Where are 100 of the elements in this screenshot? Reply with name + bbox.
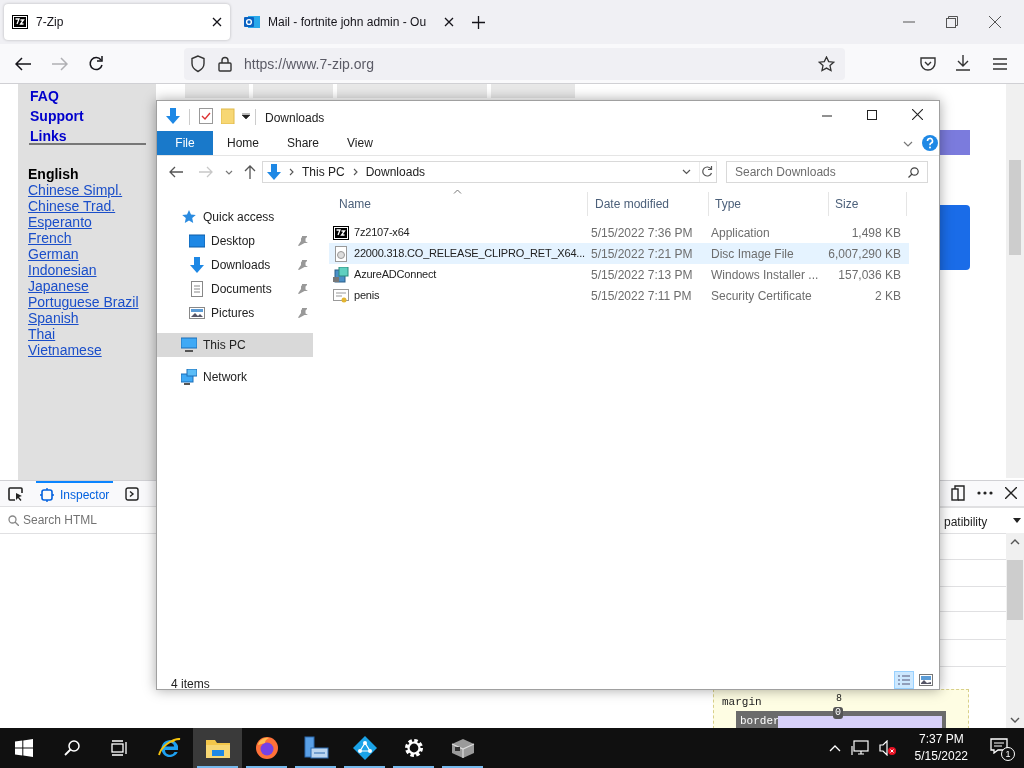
nav-item[interactable]: Quick access <box>157 205 313 229</box>
nav-link[interactable]: Support <box>30 106 84 126</box>
language-link[interactable]: English <box>28 166 79 182</box>
nav-item[interactable]: Desktop <box>157 229 313 253</box>
file-row[interactable]: AzureADConnect 5/15/2022 7:13 PM Windows Installer ... 157,036 KB <box>329 264 909 285</box>
ribbon-tab[interactable]: Home <box>213 131 273 155</box>
banner-block <box>940 130 970 155</box>
nav-item[interactable]: This PC <box>157 333 313 357</box>
file-name: 7z2107-x64 <box>354 225 410 241</box>
language-link[interactable]: French <box>28 230 72 246</box>
file-row[interactable]: 22000.318.CO_RELEASE_CLIPRO_RET_X64... 5/15/2022 7:21 PM Disc Image File 6,007,290 KB <box>329 243 909 264</box>
nav-item[interactable]: Downloads <box>157 253 313 277</box>
search-icon <box>908 166 919 178</box>
scroll-up-icon[interactable] <box>1010 539 1020 545</box>
language-link[interactable]: Esperanto <box>28 214 92 230</box>
maximize-icon[interactable] <box>867 110 877 120</box>
network-diamond-icon <box>352 736 377 760</box>
taskbar-button[interactable] <box>193 728 242 768</box>
bookmark-star-icon[interactable] <box>818 56 835 72</box>
file-row[interactable]: 7z2107-x64 5/15/2022 7:36 PM Application 1,498 KB <box>329 222 909 243</box>
language-link[interactable]: Spanish <box>28 310 79 326</box>
nav-item[interactable]: Documents <box>157 277 313 301</box>
close-icon[interactable] <box>912 109 923 120</box>
scrollbar-thumb[interactable] <box>1007 560 1023 620</box>
language-link[interactable]: Indonesian <box>28 262 97 278</box>
language-link[interactable]: Vietnamese <box>28 342 102 358</box>
breadcrumb-item[interactable]: Downloads <box>365 163 426 181</box>
margin-label: margin <box>722 695 762 710</box>
file-size: 157,036 KB <box>837 266 902 284</box>
address-bar[interactable]: This PC Downloads <box>262 161 717 183</box>
column-header[interactable]: Date modified <box>589 192 709 216</box>
breadcrumb-item[interactable]: This PC <box>302 163 345 181</box>
file-row[interactable]: penis 5/15/2022 7:11 PM Security Certificate 2 KB <box>329 285 909 306</box>
search-field[interactable]: Search Downloads <box>726 161 928 183</box>
disc-image-icon <box>333 245 349 262</box>
network-status-icon[interactable] <box>850 740 869 756</box>
large-icons-view-icon[interactable] <box>919 674 933 686</box>
element-picker-icon[interactable] <box>8 486 24 501</box>
dropdown-arrow-icon[interactable] <box>1013 518 1021 523</box>
url-bar[interactable]: https://www.7-zip.org <box>184 48 845 80</box>
language-link[interactable]: Japanese <box>28 278 89 294</box>
console-icon[interactable] <box>125 486 140 501</box>
close-icon[interactable] <box>989 16 1001 28</box>
reload-icon[interactable] <box>88 56 104 72</box>
notifications-button[interactable]: 1 <box>990 736 1016 760</box>
download-icon[interactable] <box>955 55 971 71</box>
file-name: penis <box>354 288 380 304</box>
more-icon[interactable] <box>977 491 993 495</box>
responsive-design-icon[interactable] <box>951 485 965 501</box>
new-tab-icon[interactable] <box>472 15 485 29</box>
ribbon-tab[interactable]: Share <box>273 131 334 155</box>
compatibility-tab[interactable]: patibility <box>944 513 988 531</box>
document-icon <box>189 281 205 297</box>
scrollbar-thumb[interactable] <box>1009 160 1021 255</box>
installer-package-icon <box>333 266 349 283</box>
help-icon[interactable] <box>922 135 938 151</box>
download-arrow-icon[interactable] <box>166 108 180 124</box>
expand-ribbon-icon[interactable] <box>903 141 913 147</box>
status-text: 4 items <box>171 676 210 693</box>
restore-icon[interactable] <box>946 16 958 28</box>
properties-icon[interactable] <box>199 108 213 124</box>
ribbon-tab[interactable]: View <box>333 131 387 155</box>
column-header[interactable]: Size <box>829 192 907 216</box>
network-icon <box>181 369 197 385</box>
settings-icon <box>402 737 425 759</box>
language-link[interactable]: Chinese Simpl. <box>28 182 123 198</box>
recent-locations-icon[interactable] <box>225 170 233 175</box>
window-title: Downloads <box>265 110 325 127</box>
server-manager-icon <box>302 736 329 760</box>
browser-tab[interactable]: 7-Zip <box>4 4 230 40</box>
nav-link[interactable]: Links <box>30 126 67 146</box>
pocket-icon[interactable] <box>920 56 936 71</box>
close-icon[interactable] <box>1005 487 1017 499</box>
browser-tab[interactable]: Mail - fortnite john admin - Ou <box>236 4 462 40</box>
volume-muted-icon[interactable] <box>878 740 897 756</box>
ribbon-tab[interactable]: File <box>157 131 213 155</box>
nav-link[interactable]: FAQ <box>30 86 59 106</box>
package-icon <box>450 738 475 758</box>
column-header[interactable]: Type <box>709 192 829 216</box>
language-link[interactable]: Portuguese Brazil <box>28 294 139 310</box>
inspector-tab[interactable]: Inspector <box>36 480 114 507</box>
language-link[interactable]: Thai <box>28 326 56 342</box>
menu-icon[interactable] <box>993 58 1007 70</box>
customize-toolbar-icon[interactable] <box>242 113 250 119</box>
search-field[interactable]: Search HTML <box>0 507 156 533</box>
refresh-icon[interactable] <box>699 161 715 183</box>
back-icon[interactable] <box>169 166 183 178</box>
chevron-up-icon[interactable] <box>828 744 841 752</box>
download-arrow-icon <box>189 257 205 273</box>
back-icon[interactable] <box>15 57 31 71</box>
scroll-down-icon[interactable] <box>1010 717 1020 723</box>
language-link[interactable]: German <box>28 246 79 262</box>
column-header[interactable]: Name <box>333 192 588 216</box>
nav-item[interactable]: Network <box>157 365 313 389</box>
language-link[interactable]: Chinese Trad. <box>28 198 116 214</box>
nav-item[interactable]: Pictures <box>157 301 313 325</box>
clock[interactable]: 7:37 PM 5/15/2022 <box>906 731 976 765</box>
up-icon[interactable] <box>244 165 256 179</box>
close-icon[interactable] <box>444 17 454 27</box>
close-icon[interactable] <box>212 17 222 27</box>
